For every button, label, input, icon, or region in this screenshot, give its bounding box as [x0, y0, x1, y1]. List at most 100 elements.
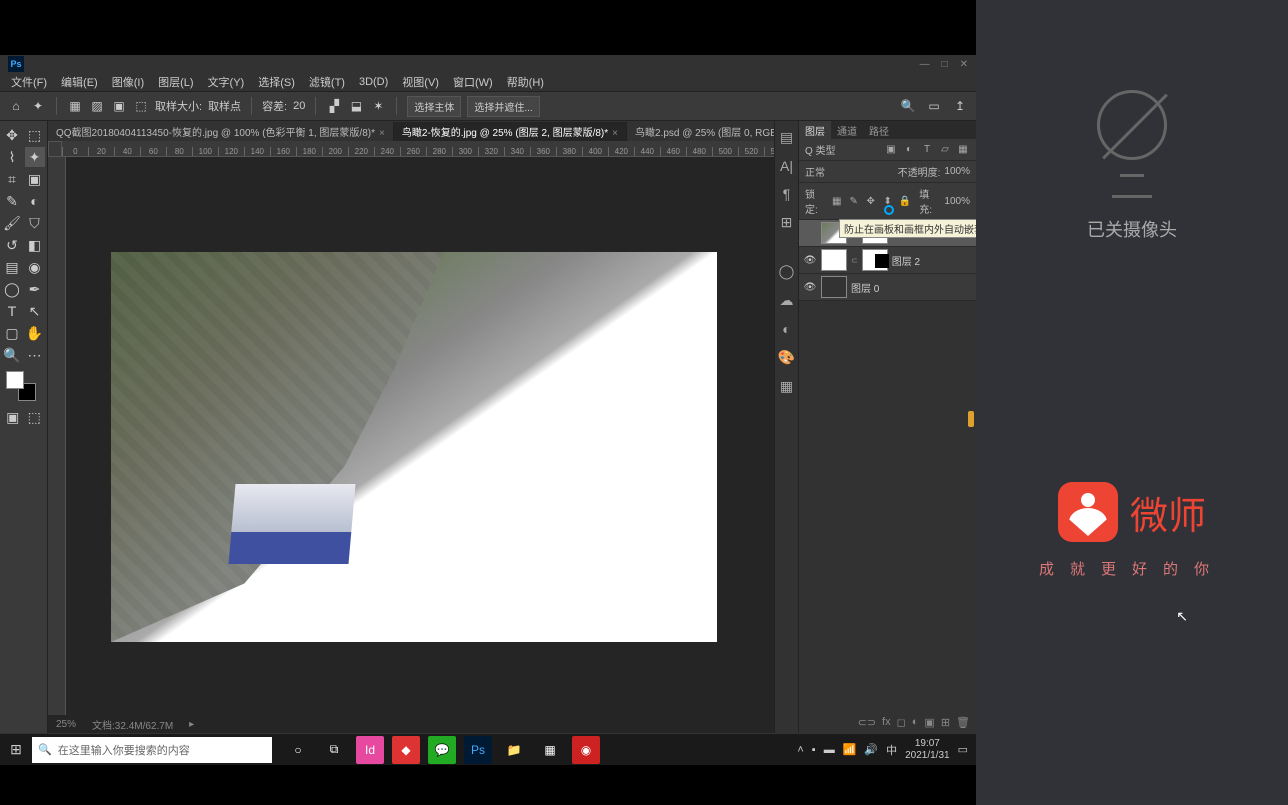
- hand-tool[interactable]: ✋: [25, 323, 45, 343]
- color-swatches[interactable]: [2, 367, 45, 405]
- layer-fx-icon[interactable]: fx: [882, 716, 891, 728]
- layer-thumbnail[interactable]: [821, 276, 847, 298]
- menu-help[interactable]: 帮助(H): [504, 74, 547, 90]
- libraries-panel-icon[interactable]: ☁: [780, 292, 794, 309]
- show-sampling-icon[interactable]: ⬚: [133, 98, 149, 114]
- search-icon[interactable]: 🔍: [900, 98, 916, 114]
- visibility-toggle[interactable]: 👁: [803, 282, 817, 293]
- eraser-tool[interactable]: ◧: [25, 235, 45, 255]
- ruler-origin[interactable]: [48, 141, 62, 157]
- menu-filter[interactable]: 滤镜(T): [306, 74, 348, 90]
- gradient-tool[interactable]: ▤: [2, 257, 22, 277]
- app2-icon[interactable]: ◉: [572, 736, 600, 764]
- history-panel-icon[interactable]: ▤: [780, 129, 793, 146]
- sample-current-icon[interactable]: ▣: [111, 98, 127, 114]
- history-brush-tool[interactable]: ↺: [2, 235, 22, 255]
- app-icon[interactable]: ▦: [536, 736, 564, 764]
- mask-thumbnail[interactable]: [862, 249, 888, 271]
- opacity-value[interactable]: 100%: [944, 166, 970, 177]
- doc-tab-3[interactable]: 鸟瞰2.psd @ 25% (图层 0, RGB/8#)...×: [627, 122, 774, 141]
- learn-panel-icon[interactable]: ◯: [779, 263, 795, 280]
- delete-layer-icon[interactable]: 🗑: [956, 716, 970, 729]
- photoshop-icon[interactable]: Ps: [464, 736, 492, 764]
- menu-type[interactable]: 文字(Y): [205, 74, 248, 90]
- menu-window[interactable]: 窗口(W): [450, 74, 496, 90]
- new-layer-icon[interactable]: ▦: [67, 98, 83, 114]
- close-icon[interactable]: ×: [612, 128, 618, 139]
- minimize-button[interactable]: —: [920, 59, 930, 70]
- layer-name[interactable]: 图层 2: [892, 253, 920, 268]
- document-info[interactable]: 文档:32.4M/62.7M: [92, 717, 173, 732]
- start-button[interactable]: ⊞: [0, 741, 32, 758]
- marquee-tool[interactable]: ⬚: [25, 125, 45, 145]
- sample-layers-icon[interactable]: ✶: [370, 98, 386, 114]
- eyedropper-tool[interactable]: ✎: [2, 191, 22, 211]
- visibility-toggle[interactable]: 👁: [803, 255, 817, 266]
- tolerance-value[interactable]: 20: [293, 100, 305, 112]
- tray-app-icon[interactable]: ▪: [812, 744, 816, 756]
- tab-layers[interactable]: 图层: [799, 121, 831, 139]
- ime-indicator[interactable]: 中: [886, 742, 897, 758]
- adjustment-layer-icon[interactable]: ◐: [912, 716, 919, 728]
- group-icon[interactable]: ▣: [924, 716, 934, 729]
- scroll-indicator[interactable]: [968, 411, 974, 427]
- foreground-color[interactable]: [6, 371, 24, 389]
- tray-chevron-icon[interactable]: ˄: [797, 744, 803, 756]
- layer-row-2[interactable]: 👁 ⊂ 图层 2: [799, 247, 976, 274]
- fill-value[interactable]: 100%: [944, 196, 970, 207]
- glyphs-panel-icon[interactable]: ⊞: [781, 214, 793, 231]
- healing-tool[interactable]: ◐: [25, 191, 45, 211]
- close-icon[interactable]: ×: [379, 128, 385, 139]
- menu-layer[interactable]: 图层(L): [155, 74, 196, 90]
- taskbar-clock[interactable]: 19:07 2021/1/31: [905, 738, 950, 762]
- lasso-tool[interactable]: ⌇: [2, 147, 22, 167]
- layer-thumbnail[interactable]: [821, 249, 847, 271]
- quick-mask-icon[interactable]: ▣: [3, 407, 23, 427]
- status-arrow-icon[interactable]: ▸: [189, 719, 194, 730]
- home-icon[interactable]: ⌂: [8, 98, 24, 114]
- stamp-tool[interactable]: ⛉: [25, 213, 45, 233]
- lock-transparent-icon[interactable]: ▦: [830, 194, 843, 208]
- brush-tool[interactable]: 🖌: [2, 213, 22, 233]
- link-layers-icon[interactable]: ⊂⊃: [858, 716, 876, 729]
- menu-3d[interactable]: 3D(D): [356, 76, 391, 88]
- menu-image[interactable]: 图像(I): [109, 74, 147, 90]
- menu-file[interactable]: 文件(F): [8, 74, 50, 90]
- layer-row-3[interactable]: 👁 图层 0: [799, 274, 976, 301]
- swatches-panel-icon[interactable]: ▦: [780, 378, 793, 395]
- tab-paths[interactable]: 路径: [863, 121, 895, 139]
- contiguous-icon[interactable]: ⬓: [348, 98, 364, 114]
- tool-preset-icon[interactable]: ✦: [30, 98, 46, 114]
- antialias-icon[interactable]: ▞: [326, 98, 342, 114]
- layer-mask-icon[interactable]: ◻: [897, 716, 906, 729]
- taskbar-search[interactable]: 🔍 在这里输入你要搜索的内容: [32, 737, 272, 763]
- workspace-icon[interactable]: ▭: [926, 98, 942, 114]
- frame-tool[interactable]: ▣: [25, 169, 45, 189]
- document-canvas[interactable]: [111, 252, 717, 642]
- select-and-mask-button[interactable]: 选择并遮住...: [467, 96, 539, 117]
- sample-size-value[interactable]: 取样点: [208, 98, 241, 114]
- lock-position-icon[interactable]: ✥: [864, 194, 877, 208]
- select-subject-button[interactable]: 选择主体: [407, 96, 461, 117]
- canvas-viewport[interactable]: [66, 157, 774, 715]
- character-panel-icon[interactable]: A|: [780, 158, 793, 174]
- doc-tab-2[interactable]: 鸟瞰2-恢复的.jpg @ 25% (图层 2, 图层蒙版/8)*×: [394, 122, 627, 141]
- vivaldi-icon[interactable]: ◆: [392, 736, 420, 764]
- tab-channels[interactable]: 通道: [831, 121, 863, 139]
- volume-icon[interactable]: 🔊: [864, 743, 878, 756]
- doc-tab-1[interactable]: QQ截图20180404113450-恢复的.jpg @ 100% (色彩平衡 …: [48, 122, 394, 141]
- blur-tool[interactable]: ◉: [25, 257, 45, 277]
- menu-view[interactable]: 视图(V): [399, 74, 442, 90]
- notifications-icon[interactable]: ▭: [958, 743, 968, 756]
- zoom-tool[interactable]: 🔍: [2, 345, 22, 365]
- lock-all-icon[interactable]: 🔒: [898, 194, 911, 208]
- blend-mode-select[interactable]: 正常: [805, 164, 825, 179]
- path-tool[interactable]: ↖: [25, 301, 45, 321]
- filter-adjust-icon[interactable]: ◐: [902, 143, 916, 157]
- move-tool[interactable]: ✥: [2, 125, 22, 145]
- filter-smart-icon[interactable]: ▦: [956, 143, 970, 157]
- paragraph-panel-icon[interactable]: ¶: [783, 186, 791, 202]
- filter-shape-icon[interactable]: ▱: [938, 143, 952, 157]
- shape-tool[interactable]: ▢: [2, 323, 22, 343]
- maximize-button[interactable]: □: [942, 59, 948, 70]
